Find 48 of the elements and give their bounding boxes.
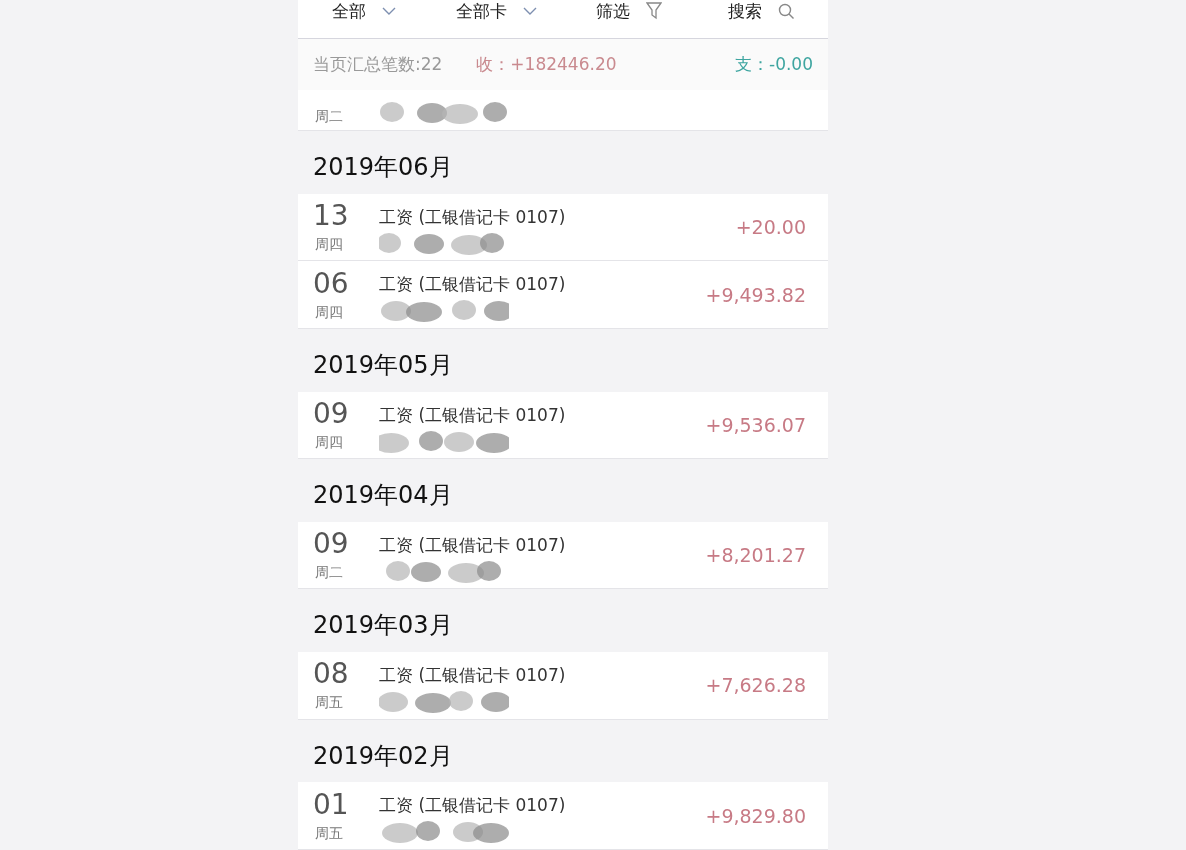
day-number: 09 [313, 397, 349, 430]
day-number: 06 [313, 267, 349, 300]
day-number: 08 [313, 658, 349, 691]
transaction-amount: +9,536.07 [705, 413, 806, 436]
transaction-amount: +9,829.80 [705, 804, 806, 827]
income-total: 收：+182446.20 [476, 53, 617, 77]
transaction-title: 工资 (工银借记卡 0107) [379, 533, 567, 557]
transaction-card[interactable]: 06 周四 工资 (工银借记卡 0107) +9,493.82 [298, 261, 828, 329]
chevron-down-icon [382, 7, 397, 15]
search-icon [778, 2, 796, 20]
day-number: 13 [313, 200, 349, 233]
transaction-card[interactable]: 01 周五 工资 (工银借记卡 0107) +9,829.80 [298, 782, 828, 850]
transaction-title: 工资 (工银借记卡 0107) [379, 205, 567, 229]
month-heading: 2019年02月 [312, 740, 454, 772]
weekday: 周四 [315, 303, 343, 322]
record-count: 当页汇总笔数:22 [313, 53, 443, 77]
transaction-card[interactable]: 09 周四 工资 (工银借记卡 0107) +9,536.07 [298, 391, 828, 460]
weekday: 周四 [315, 236, 343, 255]
dropdown-button[interactable]: 全部卡 [430, 0, 563, 22]
month-heading: 2019年05月 [312, 349, 454, 381]
day-number: 01 [313, 788, 349, 821]
expense-total: 支：-0.00 [735, 53, 813, 77]
search-button[interactable]: 搜索 [695, 0, 828, 22]
transaction-amount: +9,493.82 [705, 283, 806, 306]
filter-button[interactable]: 筛选 [563, 0, 696, 22]
transaction-title: 工资 (工银借记卡 0107) [379, 664, 567, 688]
transaction-amount: +7,626.28 [705, 674, 806, 697]
dropdown-button[interactable]: 全部 [298, 0, 431, 22]
month-heading: 2019年06月 [312, 152, 454, 184]
transaction-card[interactable]: 08 周五 工资 (工银借记卡 0107) +7,626.28 [298, 652, 828, 720]
day-number: 09 [313, 528, 349, 561]
transaction-card[interactable]: 13 周四 工资 (工银借记卡 0107) +20.00 [298, 193, 828, 262]
weekday: 周二 [315, 108, 343, 127]
chevron-down-icon [523, 7, 538, 15]
transaction-title: 工资 (工银借记卡 0107) [379, 403, 567, 427]
transaction-card[interactable]: 09 周二 工资 (工银借记卡 0107) +8,201.27 [298, 521, 828, 590]
transaction-title: 工资 (工银借记卡 0107) [379, 794, 567, 818]
filter-icon [646, 2, 663, 20]
transaction-title: 工资 (工银借记卡 0107) [379, 273, 567, 297]
month-heading: 2019年03月 [312, 610, 454, 642]
transaction-amount: +8,201.27 [705, 544, 806, 567]
transaction-amount: +20.00 [735, 216, 806, 239]
weekday: 周五 [315, 824, 343, 843]
transaction-card[interactable]: 周二 [298, 90, 828, 132]
month-heading: 2019年04月 [312, 480, 454, 512]
weekday: 周四 [315, 433, 343, 452]
weekday: 周五 [315, 694, 343, 713]
weekday: 周二 [315, 564, 343, 583]
